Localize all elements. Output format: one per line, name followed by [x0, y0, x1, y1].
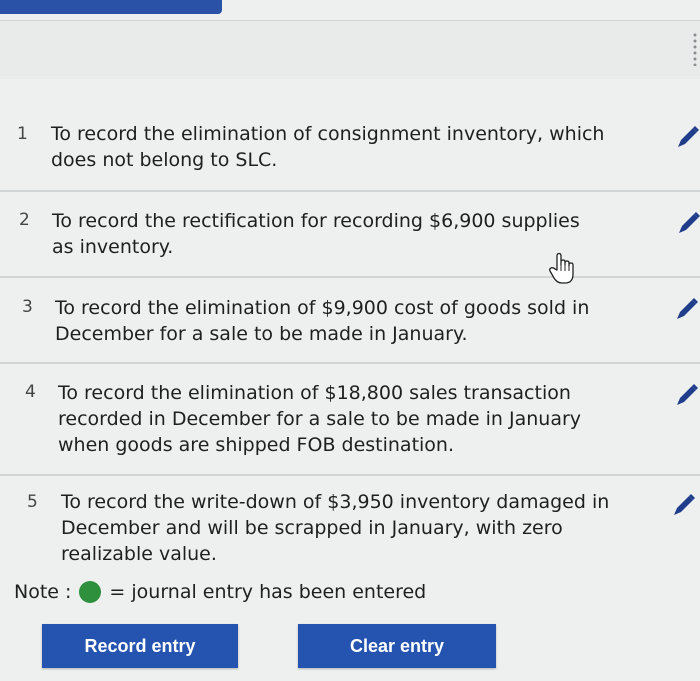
hand-pointer-cursor-icon	[549, 252, 574, 284]
entry-description: To record the elimination of consignment…	[51, 123, 605, 171]
pencil-edit-icon[interactable]	[674, 382, 700, 408]
clear-entry-button[interactable]: Clear entry	[298, 624, 496, 668]
entry-description: To record the write-down of $3,950 inven…	[61, 491, 610, 565]
pencil-edit-icon[interactable]	[675, 124, 700, 150]
note-label: Note :	[14, 581, 72, 603]
scrollbar-handle[interactable]	[693, 32, 697, 66]
entry-number: 3	[22, 297, 33, 317]
list-item[interactable]: 1 To record the elimination of consignme…	[0, 108, 700, 192]
active-tab[interactable]	[0, 0, 222, 14]
pencil-edit-icon[interactable]	[671, 492, 697, 518]
entry-description: To record the rectification for recordin…	[52, 210, 580, 258]
list-item[interactable]: 3 To record the elimination of $9,900 co…	[0, 278, 700, 364]
record-entry-button[interactable]: Record entry	[42, 624, 238, 668]
list-item[interactable]: 2 To record the rectification for record…	[0, 192, 700, 278]
list-item[interactable]: 5 To record the write-down of $3,950 inv…	[0, 476, 700, 567]
header-band	[0, 21, 700, 79]
entry-description: To record the elimination of $18,800 sal…	[58, 382, 582, 456]
entry-number: 2	[19, 210, 30, 230]
entry-number: 1	[17, 124, 28, 144]
entry-number: 4	[25, 382, 36, 402]
pencil-edit-icon[interactable]	[674, 296, 700, 322]
entry-number: 5	[27, 492, 38, 512]
green-status-dot-icon	[79, 581, 102, 603]
note-text: = journal entry has been entered	[109, 581, 427, 603]
pencil-edit-icon[interactable]	[676, 210, 700, 236]
list-item[interactable]: 4 To record the elimination of $18,800 s…	[0, 364, 700, 476]
entry-description: To record the elimination of $9,900 cost…	[55, 297, 590, 345]
legend-note: Note : = journal entry has been entered	[14, 581, 426, 603]
